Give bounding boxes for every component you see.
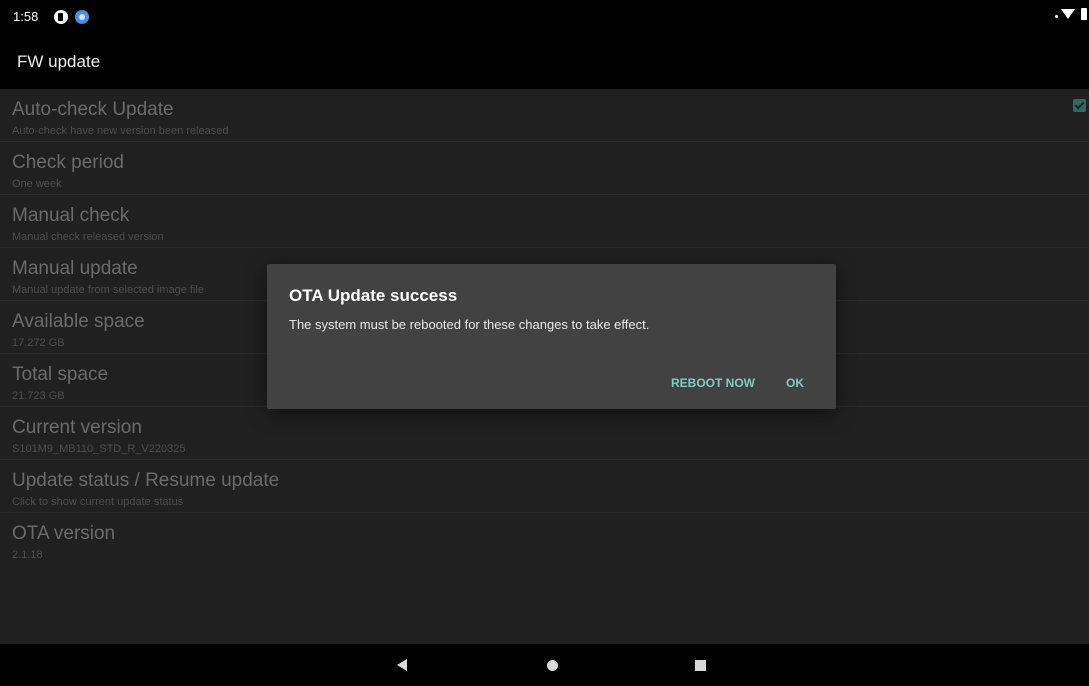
- pref-manual-check[interactable]: Manual check Manual check released versi…: [0, 195, 1089, 248]
- recents-icon[interactable]: [695, 660, 706, 671]
- battery-icon: [1081, 8, 1087, 20]
- pref-ota-version: OTA version 2.1.18: [0, 513, 1089, 566]
- pref-summary: 21.723 GB: [12, 390, 65, 402]
- status-icons: [1055, 8, 1087, 20]
- pref-title: Available space: [12, 311, 145, 332]
- pref-summary: Click to show current update status: [12, 496, 184, 508]
- dialog-message: The system must be rebooted for these ch…: [289, 317, 650, 332]
- page-title: FW update: [17, 52, 101, 71]
- auto-check-checkbox[interactable]: [1073, 99, 1086, 112]
- screen: 1:58 FW update Auto-check Update Auto-ch…: [0, 0, 1089, 686]
- back-icon[interactable]: [397, 659, 407, 671]
- app-bar: FW update: [0, 36, 1089, 89]
- pref-current-version: Current version S101M9_MB110_STD_R_V2203…: [0, 407, 1089, 460]
- status-bar: 1:58: [0, 0, 1089, 36]
- pref-auto-check-update[interactable]: Auto-check Update Auto-check have new ve…: [0, 89, 1089, 142]
- ota-success-dialog: OTA Update success The system must be re…: [267, 264, 836, 409]
- notification-icon: [54, 10, 68, 24]
- pref-title: Manual check: [12, 205, 130, 226]
- pref-check-period[interactable]: Check period One week: [0, 142, 1089, 195]
- pref-title: Manual update: [12, 258, 138, 279]
- pref-summary: Manual check released version: [12, 231, 164, 243]
- pref-summary: S101M9_MB110_STD_R_V220325: [12, 443, 186, 455]
- pref-summary: Manual update from selected image file: [12, 284, 204, 296]
- dialog-title: OTA Update success: [289, 286, 458, 305]
- browser-notification-icon: [75, 10, 89, 24]
- ok-button[interactable]: OK: [786, 376, 804, 390]
- pref-summary: Auto-check have new version been release…: [12, 125, 229, 137]
- pref-update-status[interactable]: Update status / Resume update Click to s…: [0, 460, 1089, 513]
- pref-title: Update status / Resume update: [12, 470, 280, 491]
- pref-title: Total space: [12, 364, 109, 385]
- pref-summary: One week: [12, 178, 62, 190]
- nav-bar: [0, 644, 1089, 686]
- pref-title: Check period: [12, 152, 124, 173]
- status-time: 1:58: [13, 9, 39, 24]
- pref-title: Auto-check Update: [12, 99, 174, 120]
- pref-title: Current version: [12, 417, 142, 438]
- wifi-icon: [1061, 9, 1075, 19]
- reboot-now-button[interactable]: REBOOT NOW: [671, 376, 755, 390]
- home-icon[interactable]: [547, 660, 558, 671]
- signal-dot-icon: [1055, 14, 1058, 18]
- pref-summary: 2.1.18: [12, 549, 43, 561]
- pref-summary: 17.272 GB: [12, 337, 65, 349]
- pref-title: OTA version: [12, 523, 116, 544]
